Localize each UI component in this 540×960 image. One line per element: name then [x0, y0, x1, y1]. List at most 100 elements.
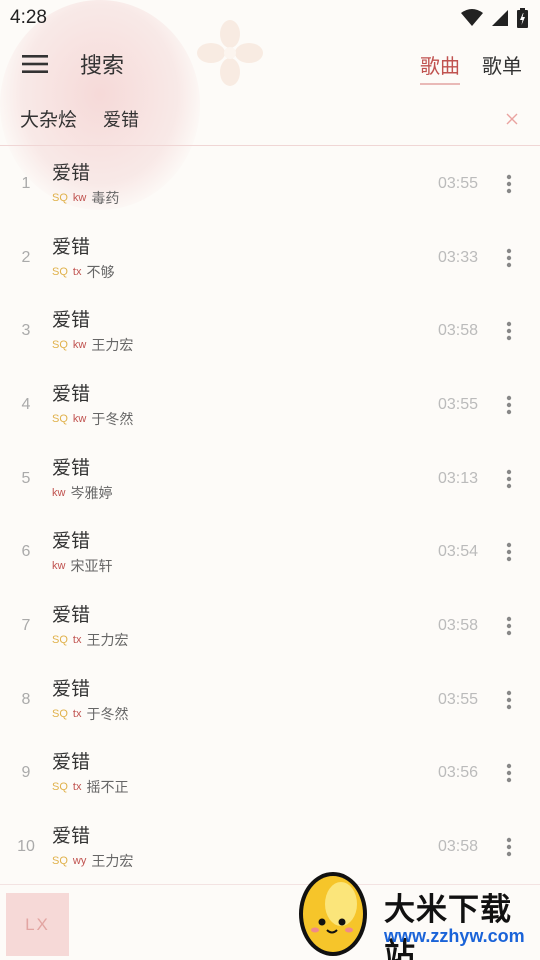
song-duration: 03:56	[437, 764, 478, 782]
wifi-icon	[461, 9, 483, 26]
song-duration: 03:55	[437, 690, 478, 708]
song-more-button[interactable]	[488, 310, 530, 352]
close-icon	[506, 113, 518, 124]
quality-tag: SQ	[52, 265, 68, 278]
song-artist: 王力宏	[86, 632, 129, 649]
song-row[interactable]: 8 爱错 SQ tx 于冬然 03:55	[0, 663, 540, 737]
song-title: 爱错	[52, 677, 91, 700]
song-info: 爱错 SQ tx 王力宏	[52, 602, 418, 650]
song-duration: 03:58	[437, 322, 478, 340]
tab-playlists[interactable]: 歌单	[482, 44, 522, 85]
song-duration: 03:55	[437, 174, 478, 192]
song-artist: 岑雅婷	[70, 485, 113, 502]
page-title: 搜索	[80, 54, 125, 79]
song-more-button[interactable]	[488, 605, 530, 647]
source-tag: kw	[72, 191, 87, 204]
source-tag: tx	[72, 265, 82, 278]
song-row[interactable]: 5 爱错 kw 岑雅婷 03:13	[0, 442, 540, 516]
song-index: 8	[21, 690, 31, 708]
song-row[interactable]: 3 爱错 SQ kw 王力宏 03:58	[0, 294, 540, 368]
song-row[interactable]: 4 爱错 SQ kw 于冬然 03:55	[0, 368, 540, 442]
rice-mascot-logo	[299, 872, 367, 956]
song-meta: SQ tx 不够	[52, 262, 418, 282]
song-index: 5	[21, 469, 31, 487]
song-meta: SQ tx 王力宏	[52, 630, 418, 650]
song-row[interactable]: 2 爱错 SQ tx 不够 03:33	[0, 221, 540, 295]
song-title: 爱错	[52, 530, 91, 553]
more-vertical-icon	[506, 690, 512, 709]
status-icons	[461, 8, 528, 28]
quality-tag: SQ	[52, 781, 68, 794]
song-index: 1	[21, 174, 31, 192]
song-row[interactable]: 6 爱错 kw 宋亚轩 03:54	[0, 515, 540, 589]
quality-tag: SQ	[52, 707, 68, 720]
song-duration: 03:58	[437, 838, 478, 856]
song-row[interactable]: 7 爱错 SQ tx 王力宏 03:58	[0, 589, 540, 663]
song-meta: kw 宋亚轩	[52, 556, 418, 576]
hamburger-icon	[22, 55, 48, 73]
more-vertical-icon	[506, 174, 512, 194]
song-artist: 毒药	[91, 190, 120, 207]
song-more-button[interactable]	[488, 237, 530, 279]
song-title: 爱错	[52, 603, 91, 626]
menu-button[interactable]	[0, 36, 70, 92]
source-tag: kw	[72, 339, 87, 352]
song-more-button[interactable]	[488, 163, 530, 205]
source-selector[interactable]: 大杂烩	[20, 105, 77, 132]
song-more-button[interactable]	[488, 531, 530, 573]
song-index: 9	[21, 764, 31, 782]
search-type-tabs: 歌曲 歌单	[420, 36, 522, 92]
more-vertical-icon	[506, 616, 512, 636]
song-info: 爱错 kw 岑雅婷	[52, 455, 418, 503]
more-vertical-icon	[506, 543, 512, 562]
source-tag: tx	[72, 781, 82, 794]
tab-songs[interactable]: 歌曲	[420, 44, 460, 85]
quality-tag: SQ	[52, 855, 68, 868]
more-vertical-icon	[506, 322, 512, 341]
song-info: 爱错 SQ tx 摇不正	[52, 749, 418, 797]
song-index: 4	[21, 395, 31, 413]
more-vertical-icon	[506, 395, 512, 415]
song-artist: 摇不正	[86, 780, 129, 797]
search-input[interactable]	[103, 108, 490, 129]
song-info: 爱错 SQ kw 毒药	[52, 160, 418, 208]
source-tag: wy	[72, 855, 87, 868]
song-duration: 03:54	[437, 543, 478, 561]
song-more-button[interactable]	[488, 384, 530, 426]
song-title: 爱错	[52, 161, 91, 184]
song-title: 爱错	[52, 382, 91, 405]
song-index: 6	[21, 543, 31, 561]
clear-search-button[interactable]	[490, 97, 534, 141]
song-meta: SQ kw 于冬然	[52, 409, 418, 429]
song-meta: SQ kw 毒药	[52, 188, 418, 208]
app-header: 搜索 歌曲 歌单	[0, 36, 540, 92]
song-more-button[interactable]	[488, 679, 530, 721]
quality-tag: SQ	[52, 339, 68, 352]
song-index: 7	[21, 616, 31, 634]
song-duration: 03:58	[437, 616, 478, 634]
song-artist: 于冬然	[91, 411, 134, 428]
signal-icon	[492, 10, 508, 26]
song-more-button[interactable]	[488, 458, 530, 500]
song-artist: 宋亚轩	[70, 559, 113, 576]
status-time: 4:28	[10, 7, 47, 28]
more-vertical-icon	[506, 248, 512, 267]
song-title: 爱错	[52, 825, 91, 848]
song-list: 1 爱错 SQ kw 毒药 03:55 2 爱错 SQ tx 不够 03:33 …	[0, 147, 540, 884]
song-title: 爱错	[52, 309, 91, 332]
song-artist: 王力宏	[91, 338, 134, 355]
song-index: 3	[21, 322, 31, 340]
song-index: 10	[17, 838, 35, 856]
player-cover[interactable]: LX	[6, 893, 69, 956]
song-info: 爱错 SQ kw 王力宏	[52, 307, 418, 355]
song-duration: 03:33	[437, 248, 478, 266]
song-row[interactable]: 1 爱错 SQ kw 毒药 03:55	[0, 147, 540, 221]
song-title: 爱错	[52, 456, 91, 479]
source-tag: kw	[52, 560, 66, 573]
song-more-button[interactable]	[488, 752, 530, 794]
song-meta: SQ kw 王力宏	[52, 335, 418, 355]
song-artist: 不够	[86, 264, 115, 281]
source-tag: tx	[72, 707, 82, 720]
song-row[interactable]: 9 爱错 SQ tx 摇不正 03:56	[0, 737, 540, 811]
song-info: 爱错 SQ tx 于冬然	[52, 676, 418, 724]
